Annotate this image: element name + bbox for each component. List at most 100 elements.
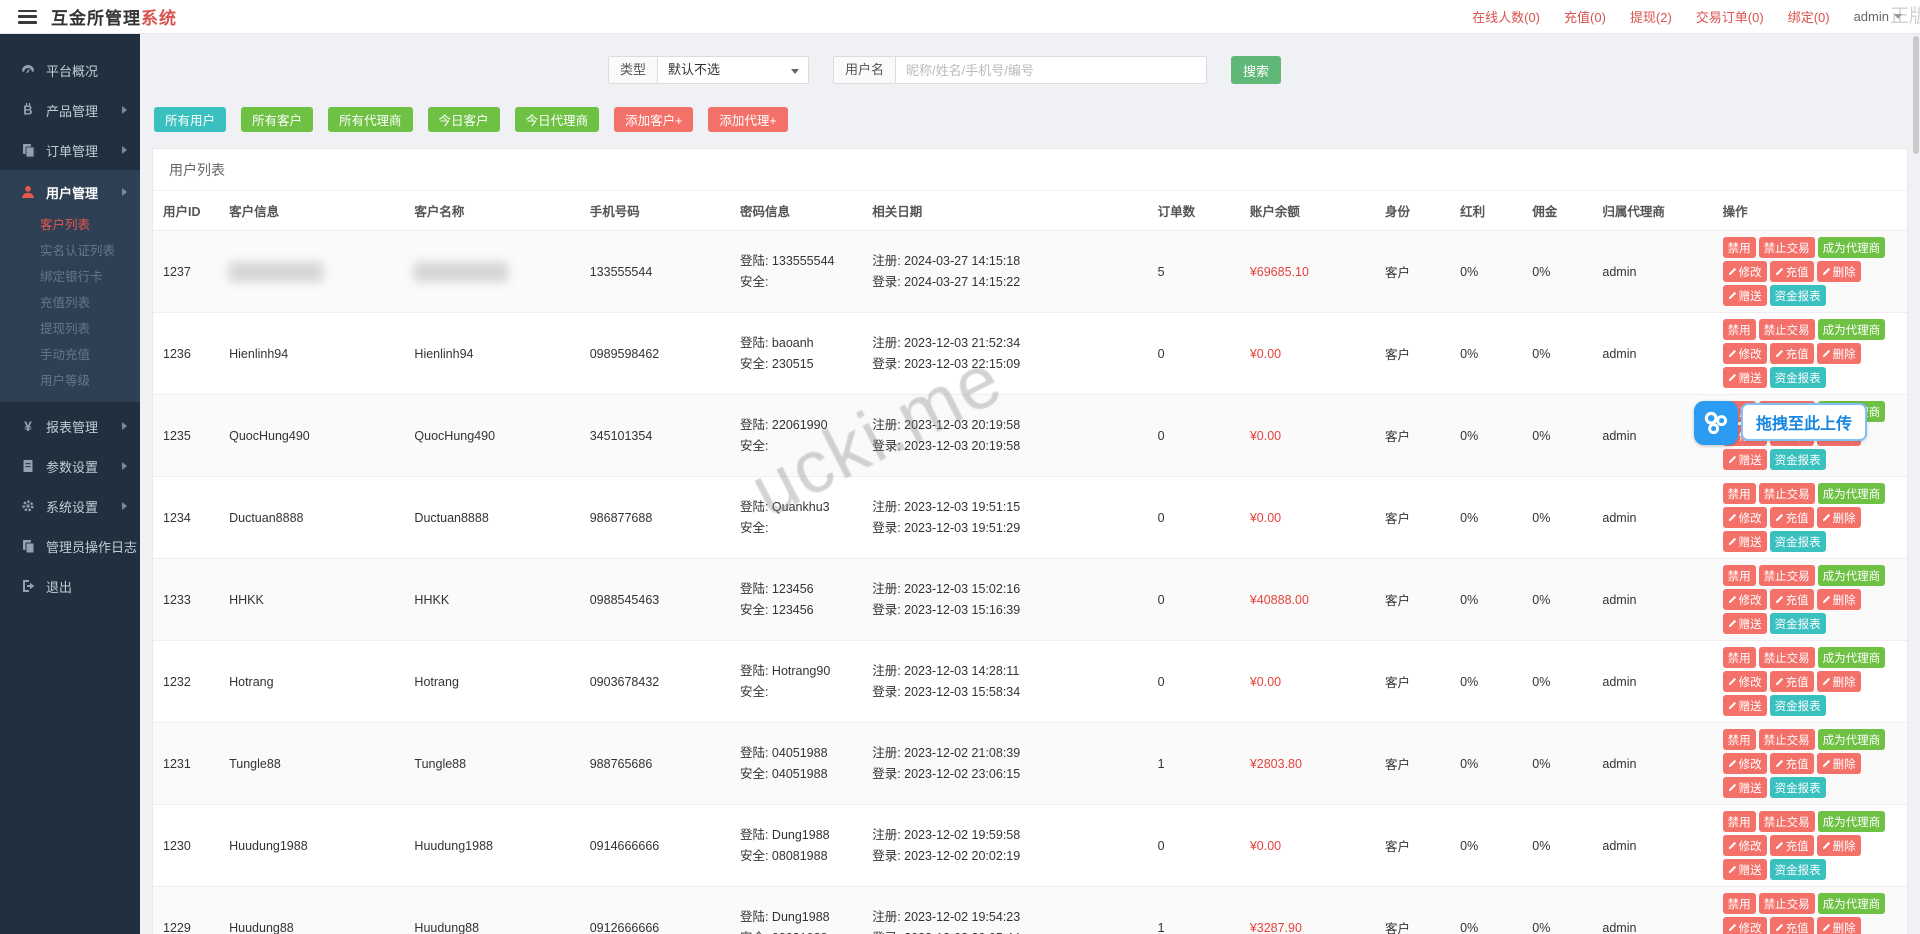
sidebar-subitem[interactable]: 提现列表 (0, 316, 140, 342)
action-button-禁止交易[interactable]: 禁止交易 (1759, 483, 1815, 504)
action-button-赠送[interactable]: 赠送 (1723, 859, 1767, 880)
action-button-修改[interactable]: 修改 (1723, 917, 1767, 934)
action-button-禁止交易[interactable]: 禁止交易 (1759, 237, 1815, 258)
action-button-成为代理商[interactable]: 成为代理商 (1818, 565, 1886, 586)
action-button-充值[interactable]: 充值 (1770, 753, 1814, 774)
sidebar-subitem[interactable]: 充值列表 (0, 290, 140, 316)
toolbar-button[interactable]: 今日客户 (428, 107, 500, 132)
action-button-禁用[interactable]: 禁用 (1723, 729, 1756, 750)
action-button-删除[interactable]: 删除 (1817, 507, 1861, 528)
topbar-link[interactable]: 在线人数(0) (1472, 7, 1540, 26)
action-button-充值[interactable]: 充值 (1770, 671, 1814, 692)
sidebar-item[interactable]: 参数设置 (0, 446, 140, 486)
action-button-充值[interactable]: 充值 (1770, 507, 1814, 528)
action-button-资金报表[interactable]: 资金报表 (1770, 695, 1826, 716)
drag-upload-box[interactable]: 拖拽至此上传 (1741, 403, 1867, 441)
action-button-删除[interactable]: 删除 (1817, 835, 1861, 856)
topbar-link[interactable]: 交易订单(0) (1696, 7, 1764, 26)
menu-toggle-icon[interactable] (18, 10, 37, 24)
action-button-赠送[interactable]: 赠送 (1723, 777, 1767, 798)
action-button-成为代理商[interactable]: 成为代理商 (1818, 319, 1886, 340)
action-button-赠送[interactable]: 赠送 (1723, 613, 1767, 634)
action-button-赠送[interactable]: 赠送 (1723, 695, 1767, 716)
action-button-禁用[interactable]: 禁用 (1723, 237, 1756, 258)
sidebar-subitem[interactable]: 用户等级 (0, 368, 140, 394)
toolbar-button[interactable]: 所有代理商 (328, 107, 413, 132)
action-button-赠送[interactable]: 赠送 (1723, 531, 1767, 552)
topbar-link[interactable]: 绑定(0) (1788, 7, 1830, 26)
sidebar-item[interactable]: 系统设置 (0, 486, 140, 526)
action-button-禁用[interactable]: 禁用 (1723, 893, 1756, 914)
action-button-资金报表[interactable]: 资金报表 (1770, 285, 1826, 306)
action-button-资金报表[interactable]: 资金报表 (1770, 859, 1826, 880)
action-button-成为代理商[interactable]: 成为代理商 (1818, 647, 1886, 668)
action-button-充值[interactable]: 充值 (1770, 917, 1814, 934)
toolbar-button[interactable]: 所有用户 (154, 107, 226, 132)
sidebar-item[interactable]: 订单管理 (0, 130, 140, 170)
action-button-禁用[interactable]: 禁用 (1723, 811, 1756, 832)
action-button-删除[interactable]: 删除 (1817, 917, 1861, 934)
action-button-修改[interactable]: 修改 (1723, 753, 1767, 774)
sidebar-item[interactable]: 退出 (0, 566, 140, 606)
topbar-link[interactable]: 充值(0) (1564, 7, 1606, 26)
action-button-充值[interactable]: 充值 (1770, 835, 1814, 856)
action-button-充值[interactable]: 充值 (1770, 343, 1814, 364)
action-button-充值[interactable]: 充值 (1770, 589, 1814, 610)
type-select[interactable]: 默认不选 (657, 56, 809, 84)
action-button-成为代理商[interactable]: 成为代理商 (1818, 811, 1886, 832)
action-button-资金报表[interactable]: 资金报表 (1770, 367, 1826, 388)
action-button-禁止交易[interactable]: 禁止交易 (1759, 647, 1815, 668)
action-button-禁止交易[interactable]: 禁止交易 (1759, 565, 1815, 586)
action-button-修改[interactable]: 修改 (1723, 589, 1767, 610)
sidebar-subitem[interactable]: 实名认证列表 (0, 238, 140, 264)
toolbar-button[interactable]: 添加代理+ (708, 107, 787, 132)
action-button-修改[interactable]: 修改 (1723, 835, 1767, 856)
action-button-禁止交易[interactable]: 禁止交易 (1759, 811, 1815, 832)
action-button-禁止交易[interactable]: 禁止交易 (1759, 729, 1815, 750)
action-button-赠送[interactable]: 赠送 (1723, 285, 1767, 306)
toolbar-button[interactable]: 所有客户 (241, 107, 313, 132)
action-button-修改[interactable]: 修改 (1723, 671, 1767, 692)
scrollbar-thumb[interactable] (1913, 36, 1919, 154)
action-button-禁用[interactable]: 禁用 (1723, 319, 1756, 340)
sidebar-item[interactable]: 平台概况 (0, 50, 140, 90)
action-button-成为代理商[interactable]: 成为代理商 (1818, 729, 1886, 750)
action-button-资金报表[interactable]: 资金报表 (1770, 449, 1826, 470)
sidebar-subitem[interactable]: 客户列表 (0, 212, 140, 238)
sidebar-item[interactable]: 用户管理 (0, 172, 140, 212)
action-button-资金报表[interactable]: 资金报表 (1770, 777, 1826, 798)
action-button-删除[interactable]: 删除 (1817, 753, 1861, 774)
sidebar-subitem[interactable]: 绑定银行卡 (0, 264, 140, 290)
action-button-禁用[interactable]: 禁用 (1723, 565, 1756, 586)
action-button-成为代理商[interactable]: 成为代理商 (1818, 237, 1886, 258)
action-button-禁用[interactable]: 禁用 (1723, 483, 1756, 504)
toolbar-button[interactable]: 今日代理商 (515, 107, 600, 132)
action-button-删除[interactable]: 删除 (1817, 589, 1861, 610)
action-button-赠送[interactable]: 赠送 (1723, 367, 1767, 388)
sidebar-item[interactable]: ¥报表管理 (0, 406, 140, 446)
action-button-资金报表[interactable]: 资金报表 (1770, 531, 1826, 552)
action-button-删除[interactable]: 删除 (1817, 671, 1861, 692)
action-button-成为代理商[interactable]: 成为代理商 (1818, 893, 1886, 914)
action-button-删除[interactable]: 删除 (1817, 343, 1861, 364)
sidebar-subitem[interactable]: 手动充值 (0, 342, 140, 368)
sidebar-item[interactable]: 管理员操作日志 (0, 526, 140, 566)
search-button[interactable]: 搜索 (1231, 56, 1281, 84)
drag-upload-overlay[interactable]: 拖拽至此上传 (1694, 401, 1867, 445)
action-button-修改[interactable]: 修改 (1723, 343, 1767, 364)
action-button-禁止交易[interactable]: 禁止交易 (1759, 319, 1815, 340)
action-button-赠送[interactable]: 赠送 (1723, 449, 1767, 470)
action-button-禁止交易[interactable]: 禁止交易 (1759, 893, 1815, 914)
action-button-删除[interactable]: 删除 (1817, 261, 1861, 282)
username-input[interactable] (895, 56, 1207, 84)
action-button-成为代理商[interactable]: 成为代理商 (1818, 483, 1886, 504)
sidebar-item[interactable]: B产品管理 (0, 90, 140, 130)
admin-dropdown[interactable]: admin (1854, 9, 1902, 24)
action-button-资金报表[interactable]: 资金报表 (1770, 613, 1826, 634)
action-button-禁用[interactable]: 禁用 (1723, 647, 1756, 668)
action-button-修改[interactable]: 修改 (1723, 261, 1767, 282)
action-button-修改[interactable]: 修改 (1723, 507, 1767, 528)
topbar-link[interactable]: 提现(2) (1630, 7, 1672, 26)
action-button-充值[interactable]: 充值 (1770, 261, 1814, 282)
toolbar-button[interactable]: 添加客户+ (614, 107, 693, 132)
